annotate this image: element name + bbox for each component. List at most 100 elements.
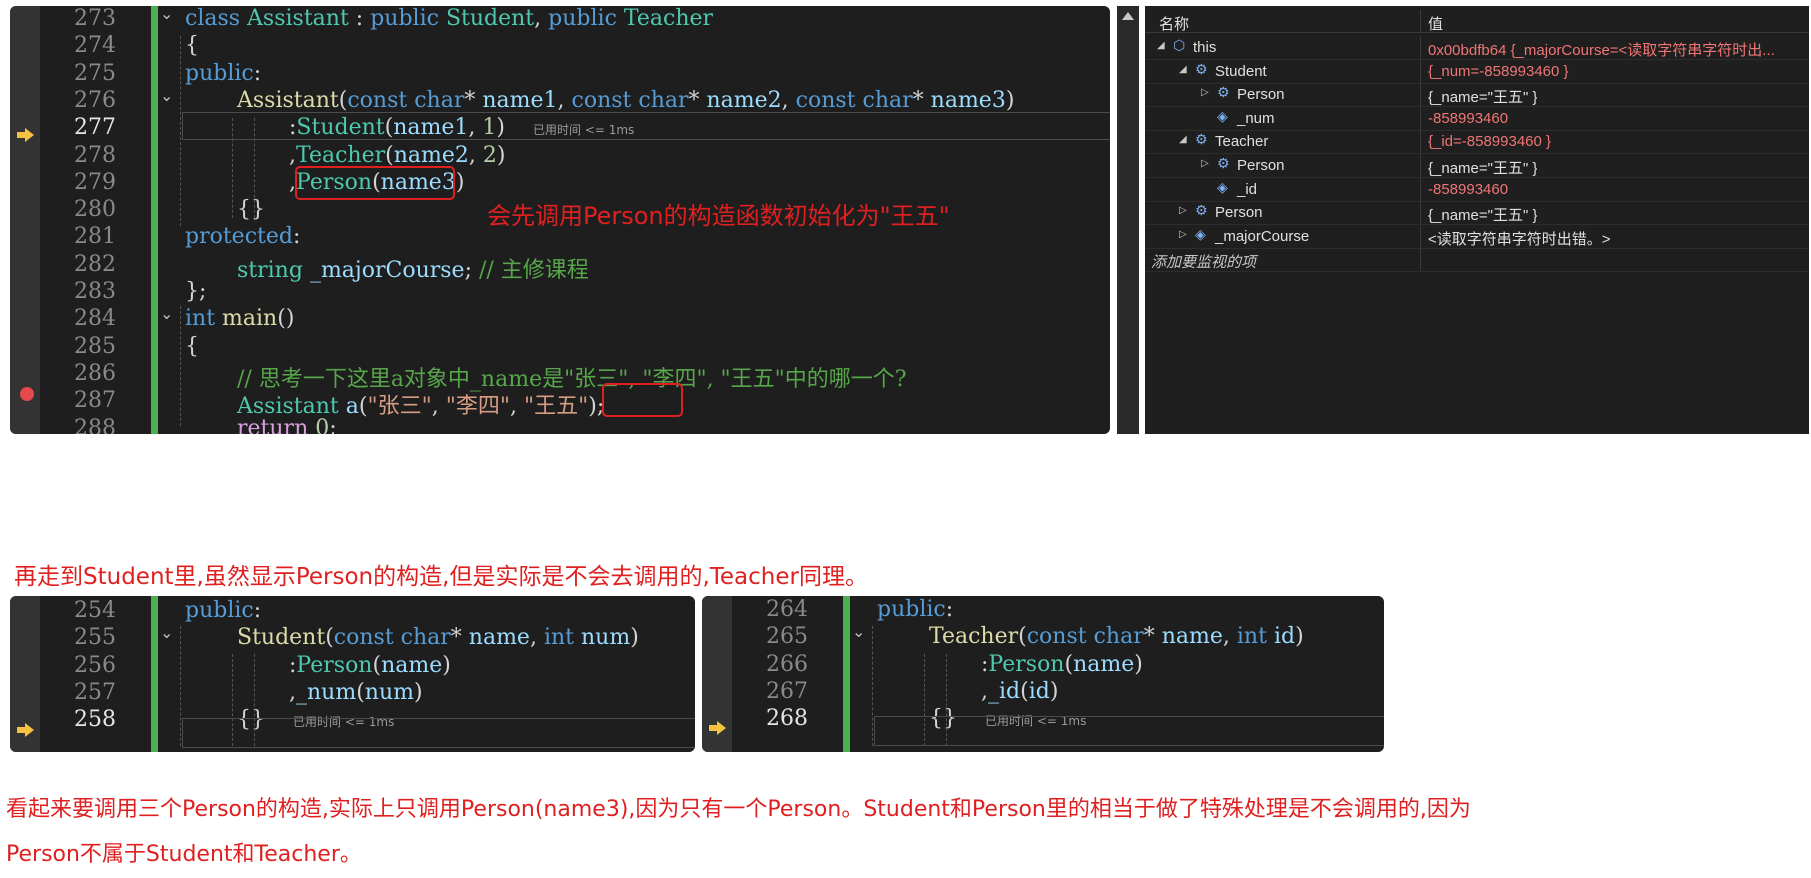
main-code-editor[interactable]: 273 ⌄ class Assistant : public Student, pu… <box>10 6 1110 434</box>
watch-item-value[interactable]: {_name="王五" } <box>1428 204 1537 225</box>
code-token: int <box>185 306 223 332</box>
watch-row[interactable]: ◈ _id -858993460 <box>1145 177 1809 202</box>
code-token: ( <box>356 679 365 705</box>
line-number: 287 <box>74 388 116 414</box>
line-number: 254 <box>74 598 116 623</box>
collapse-icon[interactable]: ◢ <box>1157 40 1165 51</box>
code-line[interactable]: public: <box>877 597 953 622</box>
teacher-code-editor[interactable]: 264 public: 265 ⌄ Teacher(const char* name, … <box>702 596 1384 752</box>
watch-item-name: Person <box>1237 86 1285 104</box>
line-number: 273 <box>74 6 116 31</box>
watch-item-value[interactable]: -858993460 <box>1428 181 1508 198</box>
watch-window[interactable]: 名称 值 ◢ ⬡ this 0x00bdfb64 {_majorCourse=<读取字… <box>1145 6 1809 434</box>
line-number: 264 <box>766 597 808 622</box>
collapse-icon[interactable]: ◢ <box>1179 134 1187 145</box>
fold-chevron-icon[interactable]: ⌄ <box>160 6 173 23</box>
code-line[interactable]: :Person(name) <box>981 652 1143 677</box>
watch-item-value[interactable]: {_name="王五" } <box>1428 86 1537 107</box>
watch-item-value[interactable]: <读取字符串字符时出错。> <box>1428 228 1611 249</box>
code-line[interactable]: public: <box>185 598 261 623</box>
fold-chevron-icon[interactable]: ⌄ <box>160 623 173 642</box>
watch-row[interactable]: ◢ ⚙ Teacher {_id=-858993460 } <box>1145 130 1809 155</box>
watch-row[interactable]: ◢ ⬡ this 0x00bdfb64 {_majorCourse=<读取字符串字符时… <box>1145 36 1809 60</box>
code-token: "李四" <box>445 394 510 420</box>
add-watch-row[interactable]: 添加要监视的项 <box>1145 248 1809 273</box>
code-token: public <box>185 598 254 623</box>
line-number: 278 <box>74 142 116 168</box>
watch-item-value[interactable]: {_id=-858993460 } <box>1428 133 1551 150</box>
watch-item-value[interactable]: {_name="王五" } <box>1428 157 1537 178</box>
watch-header: 名称 值 <box>1145 10 1809 33</box>
code-token: char <box>400 625 451 651</box>
editor-gutter[interactable] <box>10 6 40 434</box>
code-token: name <box>381 652 443 678</box>
expand-icon[interactable]: ▷ <box>1179 229 1187 240</box>
code-line[interactable]: {} <box>237 197 265 222</box>
code-line[interactable]: class Assistant : public Student, public… <box>185 6 713 31</box>
student-code-editor[interactable]: 254 public: 255 ⌄ Student(const char* name, … <box>10 596 695 752</box>
code-line[interactable]: { <box>185 33 199 58</box>
code-token: string <box>237 257 310 283</box>
scroll-up-icon[interactable] <box>1122 12 1134 20</box>
watch-item-value[interactable]: -858993460 <box>1428 110 1508 127</box>
watch-row[interactable]: ▷ ⚙ Person {_name="王五" } <box>1145 83 1809 108</box>
line-number: 256 <box>74 652 116 678</box>
watch-row[interactable]: ▷ ⚙ Person {_name="王五" } <box>1145 154 1809 178</box>
line-number: 258 <box>74 707 116 733</box>
add-watch-hint: 添加要监视的项 <box>1151 254 1257 272</box>
code-token: id <box>1028 678 1050 704</box>
expand-icon[interactable]: ▷ <box>1201 158 1209 169</box>
code-token: , <box>781 87 796 113</box>
watch-item-value[interactable]: 0x00bdfb64 {_majorCourse=<读取字符串字符时出... <box>1428 39 1775 60</box>
code-line[interactable]: string _majorCourse; // 主修课程 <box>237 252 589 284</box>
code-line[interactable]: Assistant(const char* name1, const char*… <box>237 88 1014 113</box>
code-token: ( <box>385 142 394 168</box>
editor-scrollbar[interactable] <box>1117 6 1139 434</box>
code-line[interactable]: ,_id(id) <box>981 679 1058 704</box>
code-line[interactable]: Student(const char* name, int num) <box>237 625 639 650</box>
current-line-highlight <box>182 718 695 748</box>
watch-col-value[interactable]: 值 <box>1428 13 1443 34</box>
line-number: 286 <box>74 360 116 386</box>
code-token: num <box>364 679 414 705</box>
code-token: ( <box>1020 678 1029 704</box>
code-line[interactable]: public: <box>185 61 261 86</box>
watch-row[interactable]: ◈ _num -858993460 <box>1145 106 1809 131</box>
collapse-icon[interactable]: ◢ <box>1179 64 1187 75</box>
breakpoint-icon[interactable] <box>20 387 34 401</box>
code-token: ( <box>1064 651 1074 677</box>
code-token: ) <box>455 169 465 195</box>
code-line[interactable]: }; <box>185 279 206 304</box>
code-line[interactable]: ,_num(num) <box>289 680 423 705</box>
expand-icon[interactable]: ▷ <box>1201 87 1209 98</box>
watch-row[interactable]: ◢ ⚙ Student {_num=-858993460 } <box>1145 59 1809 84</box>
code-token: , <box>529 625 544 651</box>
code-token: name3 <box>930 87 1006 113</box>
fold-chevron-icon[interactable]: ⌄ <box>160 304 173 323</box>
code-line[interactable]: :Person(name) <box>289 653 451 678</box>
expand-icon[interactable]: ▷ <box>1179 205 1187 216</box>
code-token: ; <box>329 415 337 435</box>
fold-chevron-icon[interactable]: ⌄ <box>852 622 865 641</box>
fold-chevron-icon[interactable]: ⌄ <box>160 86 173 105</box>
watch-col-name[interactable]: 名称 <box>1159 13 1189 34</box>
column-divider[interactable] <box>1420 10 1421 32</box>
watch-row[interactable]: ▷ ⚙ Person {_name="王五" } <box>1145 201 1809 226</box>
watch-item-value[interactable]: {_num=-858993460 } <box>1428 63 1569 80</box>
code-line[interactable]: ,Teacher(name2, 2) <box>289 143 506 168</box>
line-number: 267 <box>766 678 808 704</box>
line-number: 257 <box>74 679 116 705</box>
code-token: , <box>981 678 988 704</box>
code-token: * <box>688 87 707 113</box>
code-line[interactable]: protected: <box>185 224 300 249</box>
code-line[interactable]: Teacher(const char* name, int id) <box>929 624 1304 649</box>
code-line[interactable]: { <box>185 334 199 359</box>
code-line[interactable]: return 0; <box>237 416 337 435</box>
code-token: class <box>185 6 248 31</box>
code-token: Person <box>988 651 1065 677</box>
code-line[interactable]: int main() <box>185 306 294 331</box>
watch-row[interactable]: ▷ ◈ _majorCourse <读取字符串字符时出错。> <box>1145 224 1809 249</box>
code-token: Teacher <box>296 142 386 168</box>
code-token: Person <box>296 652 373 678</box>
code-token: name2 <box>393 142 469 168</box>
